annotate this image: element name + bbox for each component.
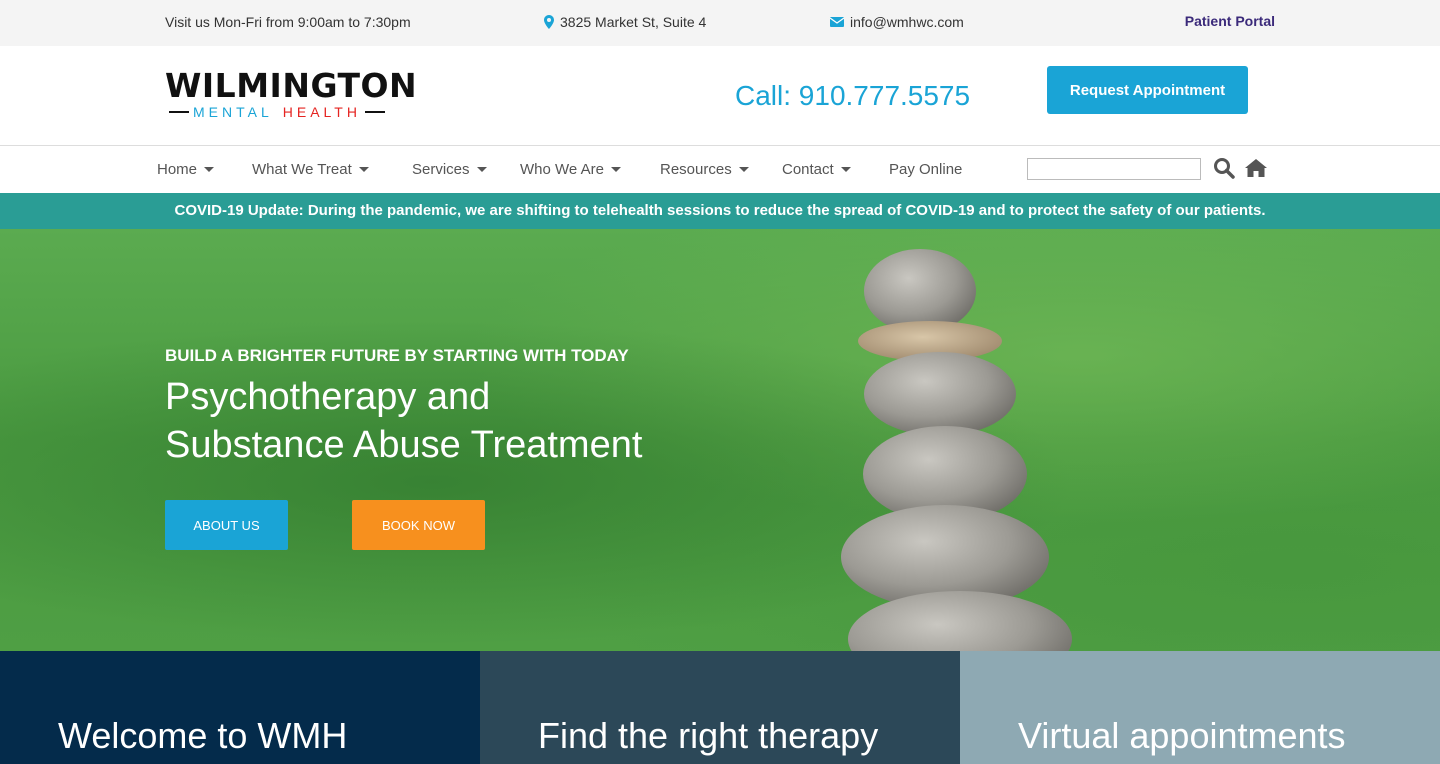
nav-item-resources[interactable]: Resources <box>660 161 749 178</box>
logo[interactable]: WILMINGTON MENTAL HEALTH <box>165 68 427 124</box>
hero-section: BUILD A BRIGHTER FUTURE BY STARTING WITH… <box>0 229 1440 651</box>
nav-item-home[interactable]: Home <box>157 161 215 178</box>
home-icon[interactable] <box>1244 157 1268 179</box>
logo-health: HEALTH <box>282 104 361 120</box>
map-pin-icon <box>544 15 554 29</box>
hero-title: Psychotherapy and Substance Abuse Treatm… <box>165 373 642 469</box>
nav-label: Services <box>412 161 470 178</box>
email-text: info@wmhwc.com <box>850 14 964 30</box>
hero-title-line1: Psychotherapy and <box>165 376 491 418</box>
phone-number: 910.777.5575 <box>798 80 971 111</box>
caret-down-icon <box>738 167 749 172</box>
nav-label: Pay Online <box>889 161 963 178</box>
address[interactable]: 3825 Market St, Suite 4 <box>544 14 706 30</box>
nav-label: Who We Are <box>520 161 604 178</box>
envelope-icon <box>830 17 844 27</box>
call-phone[interactable]: Call: 910.777.5575 <box>735 80 970 112</box>
caret-down-icon <box>476 167 487 172</box>
caret-down-icon <box>358 167 369 172</box>
logo-rule-right <box>364 111 385 113</box>
panel-heading: Virtual appointments <box>1018 715 1346 756</box>
caret-down-icon <box>610 167 621 172</box>
logo-mental: MENTAL <box>193 104 273 120</box>
request-appointment-button[interactable]: Request Appointment <box>1047 66 1248 114</box>
stacked-stones-image <box>841 249 1072 651</box>
caret-down-icon <box>204 167 215 172</box>
nav-item-what-we-treat[interactable]: What We Treat <box>252 161 369 178</box>
caret-down-icon <box>840 167 851 172</box>
nav-label: Contact <box>782 161 834 178</box>
logo-wordmark: WILMINGTON <box>165 66 418 105</box>
patient-portal-link[interactable]: Patient Portal <box>1185 13 1275 29</box>
book-now-button[interactable]: BOOK NOW <box>352 500 485 550</box>
email-link[interactable]: info@wmhwc.com <box>830 14 964 30</box>
nav-item-services[interactable]: Services <box>412 161 487 178</box>
nav-item-contact[interactable]: Contact <box>782 161 851 178</box>
office-hours: Visit us Mon-Fri from 9:00am to 7:30pm <box>165 14 411 30</box>
nav-label: Resources <box>660 161 732 178</box>
search-input[interactable] <box>1027 158 1201 180</box>
nav-label: Home <box>157 161 198 178</box>
panel-find-therapy[interactable]: Find the right therapy <box>480 651 960 764</box>
logo-rule-left <box>169 111 189 113</box>
search-icon[interactable] <box>1213 157 1235 179</box>
nav-item-who-we-are[interactable]: Who We Are <box>520 161 621 178</box>
logo-subline: MENTAL HEALTH <box>165 104 427 120</box>
covid-banner: COVID-19 Update: During the pandemic, we… <box>0 193 1440 229</box>
panel-heading: Find the right therapy <box>538 715 879 756</box>
hero-title-line2: Substance Abuse Treatment <box>165 424 643 466</box>
about-us-button[interactable]: ABOUT US <box>165 500 288 550</box>
hero-kicker: BUILD A BRIGHTER FUTURE BY STARTING WITH… <box>165 346 629 365</box>
address-text: 3825 Market St, Suite 4 <box>560 14 707 30</box>
site-header: WILMINGTON MENTAL HEALTH Call: 910.777.5… <box>0 46 1440 146</box>
top-info-bar: Visit us Mon-Fri from 9:00am to 7:30pm 3… <box>0 0 1440 46</box>
nav-item-pay-online[interactable]: Pay Online <box>889 161 962 178</box>
panel-welcome[interactable]: Welcome to WMH <box>0 651 480 764</box>
call-label: Call: <box>735 80 792 111</box>
panel-virtual-appointments[interactable]: Virtual appointments <box>960 651 1440 764</box>
panel-heading: Welcome to WMH <box>58 715 348 756</box>
nav-label: What We Treat <box>252 161 352 178</box>
main-nav: Home What We Treat Services Who We Are R… <box>0 146 1440 193</box>
